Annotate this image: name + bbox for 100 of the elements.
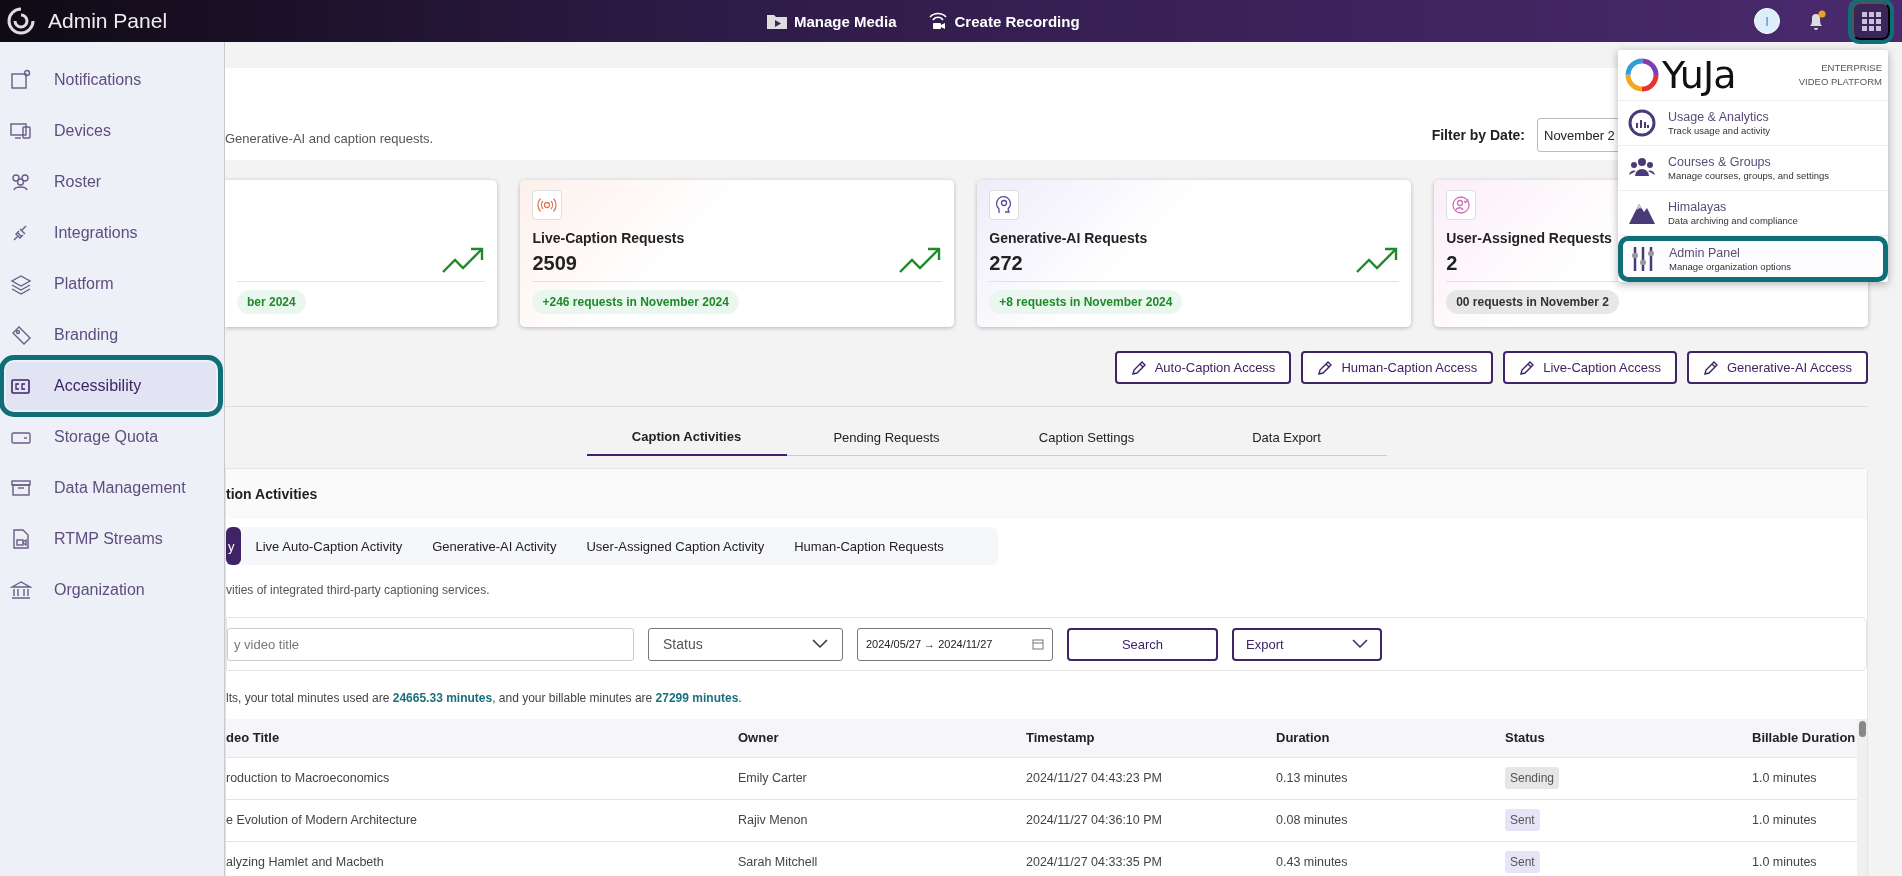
search-button[interactable]: Search — [1067, 627, 1218, 661]
column-header: Billable Duration — [1752, 719, 1857, 757]
nav-link[interactable]: Create Recording — [926, 11, 1080, 31]
swirl-logo-icon — [6, 6, 36, 36]
chevron-down-icon — [1352, 639, 1368, 649]
menu-item[interactable]: Himalayas Data archiving and compliance — [1618, 191, 1888, 236]
export-dropdown[interactable]: Export — [1232, 627, 1382, 661]
subtab[interactable]: Generative-AI Activity — [417, 527, 572, 565]
page-description: Generative-AI and caption requests. — [225, 131, 434, 146]
sliders-icon — [1629, 245, 1657, 273]
bell-square-icon — [10, 69, 32, 91]
card-title: Generative-AI Requests — [989, 230, 1148, 246]
devices-icon — [10, 120, 32, 142]
table-cell: Emily Carter — [738, 757, 1026, 799]
brand-tagline: ENTERPRISE VIDEO PLATFORM — [1797, 61, 1882, 89]
filter-label: Filter by Date: — [1431, 127, 1525, 143]
change-badge: ber 2024 — [237, 290, 306, 314]
user-check-icon — [1450, 194, 1473, 216]
card-title: Live-Caption Requests — [532, 230, 685, 246]
brand-name: YuJa — [1662, 54, 1736, 96]
panel-description: vities of integrated third-party captioning services. — [226, 583, 491, 597]
menu-item-title: Admin Panel — [1669, 246, 1741, 260]
subtab[interactable]: y — [226, 527, 241, 565]
date-range-field[interactable]: 2024/05/27 → 2024/11/27 — [857, 627, 1053, 661]
tab[interactable]: Data Export — [1186, 423, 1387, 456]
sidebar-item[interactable]: Organization — [6, 566, 216, 614]
card-value: 2509 — [532, 252, 578, 275]
menu-item[interactable]: Courses & Groups Manage courses, groups, and settings — [1618, 146, 1888, 191]
sidebar-item[interactable]: Data Management — [6, 464, 216, 512]
column-header: Owner — [738, 719, 1026, 757]
subtab[interactable]: User-Assigned Caption Activity — [571, 527, 780, 565]
tab[interactable]: Pending Requests — [786, 423, 987, 456]
pencil-icon — [1130, 359, 1147, 376]
table-cell: 0.08 minutes — [1276, 799, 1505, 841]
sidebar-item[interactable]: Devices — [6, 107, 216, 155]
calendar-icon — [1032, 638, 1044, 650]
table-cell: roduction to Macroeconomics — [226, 757, 738, 799]
menu-item-title: Courses & Groups — [1668, 155, 1772, 169]
card-title: User-Assigned Requests — [1446, 230, 1612, 246]
scrollbar[interactable] — [1857, 719, 1867, 876]
people-icon — [10, 171, 32, 193]
card-value: 2 — [1446, 252, 1459, 275]
sidebar-item[interactable]: Branding — [6, 311, 216, 359]
table-cell: 2024/11/27 04:36:10 PM — [1026, 799, 1276, 841]
grid-icon — [1861, 11, 1881, 31]
change-badge: +246 requests in November 2024 — [532, 290, 739, 314]
broadcast-camera-icon — [926, 11, 949, 31]
menu-item-subtitle: Manage courses, groups, and settings — [1668, 170, 1830, 181]
status-tag: Sent — [1505, 851, 1540, 874]
folder-play-icon — [766, 12, 788, 30]
column-header: Duration — [1276, 719, 1505, 757]
search-field[interactable]: y video title — [227, 627, 634, 661]
tab[interactable]: Caption Settings — [986, 423, 1187, 456]
sidebar-item[interactable]: RTMP Streams — [6, 515, 216, 563]
menu-item[interactable]: Usage & Analytics Track usage and activity — [1618, 101, 1888, 146]
card-value: 272 — [989, 252, 1024, 275]
app-title: Admin Panel — [48, 9, 168, 33]
table-cell: 2024/11/27 04:33:35 PM — [1026, 841, 1276, 876]
swirl-logo-icon — [1624, 57, 1660, 93]
access-button[interactable]: Human-Caption Access — [1301, 351, 1494, 384]
access-button[interactable]: Auto-Caption Access — [1114, 351, 1292, 384]
table-cell: Rajiv Menon — [738, 799, 1026, 841]
column-header: Status — [1505, 719, 1752, 757]
table-cell: 0.13 minutes — [1276, 757, 1505, 799]
menu-item[interactable]: Admin Panel Manage organization options — [1618, 236, 1888, 282]
menu-item-subtitle: Manage organization options — [1669, 261, 1791, 272]
column-header: deo Title — [226, 719, 738, 757]
layers-icon — [10, 273, 32, 295]
sidebar-item[interactable]: Storage Quota — [6, 413, 216, 461]
status-dropdown[interactable]: Status — [648, 627, 843, 661]
subtab[interactable]: Live Auto-Caption Activity — [240, 527, 418, 565]
menu-item-subtitle: Data archiving and compliance — [1668, 215, 1798, 226]
chevron-down-icon — [812, 639, 828, 649]
table-cell: 0.43 minutes — [1276, 841, 1505, 876]
change-badge: 00 requests in November 2 — [1446, 290, 1619, 314]
sidebar-item[interactable]: Integrations — [6, 209, 216, 257]
subtab[interactable]: Human-Caption Requests — [779, 527, 959, 565]
change-badge: +8 requests in November 2024 — [989, 290, 1183, 314]
sidebar-item[interactable]: Roster — [6, 158, 216, 206]
archive-icon — [10, 477, 32, 499]
trend-up-icon — [898, 245, 943, 275]
sidebar-item[interactable]: Platform — [6, 260, 216, 308]
menu-item-title: Himalayas — [1668, 200, 1728, 214]
column-header: Timestamp — [1026, 719, 1276, 757]
nav-link[interactable]: Manage Media — [766, 11, 897, 31]
tab[interactable]: Caption Activities — [586, 423, 787, 456]
trend-up-icon — [1355, 245, 1400, 275]
table-cell: e Evolution of Modern Architecture — [226, 799, 738, 841]
pencil-icon — [1519, 359, 1536, 376]
chart-circle-icon — [1628, 109, 1656, 137]
access-button[interactable]: Generative-AI Access — [1687, 351, 1868, 384]
bank-icon — [10, 579, 32, 601]
menu-item-subtitle: Track usage and activity — [1668, 125, 1771, 136]
table-cell: alyzing Hamlet and Macbeth — [226, 841, 738, 876]
panel-title: tion Activities — [226, 469, 1867, 519]
access-button[interactable]: Live-Caption Access — [1503, 351, 1677, 384]
usage-summary: lts, your total minutes used are 24665.33 minutes, and your billable minutes are 27299 minutes. — [226, 691, 743, 705]
sidebar-item[interactable]: Notifications — [6, 56, 216, 104]
pencil-icon — [1703, 359, 1719, 376]
tag-icon — [10, 324, 32, 346]
